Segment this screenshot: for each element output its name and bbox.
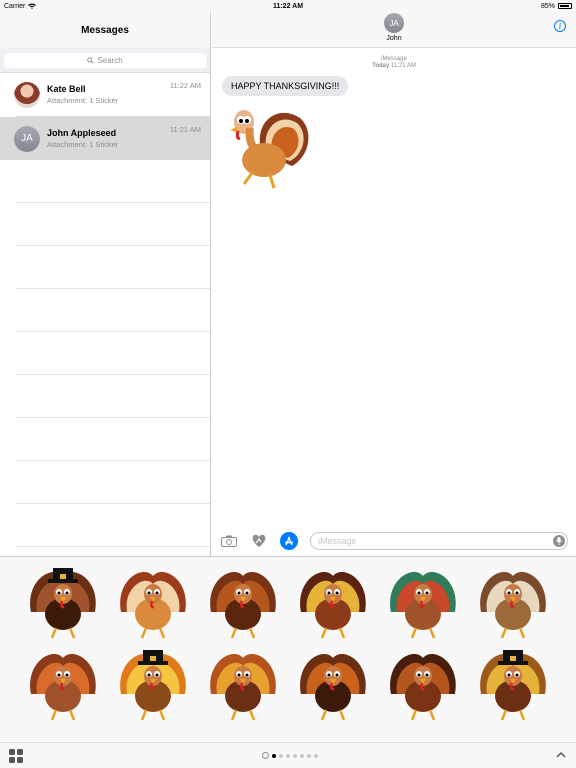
empty-row: [16, 504, 210, 547]
contact-button[interactable]: JA John: [212, 13, 576, 42]
search-bar: Search: [0, 48, 210, 73]
sticker-grid: [0, 557, 576, 743]
sticker-turkey-11[interactable]: [383, 644, 463, 724]
page-dot[interactable]: [272, 753, 276, 758]
composer-bar: iMessage: [212, 526, 576, 556]
conversation-preview: Attachment: 1 Sticker: [47, 96, 119, 105]
battery-percent: 85%: [540, 2, 555, 10]
sticker-turkey-4[interactable]: [293, 562, 373, 642]
time-label: 11:21 AM: [391, 63, 416, 69]
sticker-turkey-10[interactable]: [293, 644, 373, 724]
message-placeholder: iMessage: [318, 536, 357, 546]
turkey-icon: [30, 568, 96, 639]
turkey-icon: [480, 650, 546, 721]
page-dot[interactable]: [293, 753, 297, 758]
empty-row: [16, 375, 210, 418]
conversation-preview: Attachment: 1 Sticker: [47, 140, 119, 149]
apps-grid-icon[interactable]: [9, 749, 23, 763]
sticker-pilgrim-turkey-1[interactable]: [23, 562, 103, 642]
conversation-list-pane: Messages Search Kate Bell Attachment: 1 …: [0, 12, 211, 556]
empty-row: [16, 160, 210, 203]
day-label: Today: [372, 63, 390, 69]
app-drawer-bar: [0, 742, 576, 768]
recents-icon[interactable]: [262, 752, 269, 759]
message-timestamp: iMessage Today 11:21 AM: [212, 56, 576, 70]
info-icon[interactable]: i: [554, 20, 566, 32]
conversation-header: JA John i: [212, 12, 576, 48]
sticker-pilgrim-turkey-8[interactable]: [113, 644, 193, 724]
conversation-pane: JA John i iMessage Today 11:21 AM HAPPY …: [212, 12, 576, 556]
empty-row: [16, 332, 210, 375]
digital-touch-icon[interactable]: [250, 532, 268, 550]
page-dot[interactable]: [307, 753, 311, 758]
contact-avatar: JA: [384, 13, 404, 33]
empty-row: [16, 461, 210, 504]
turkey-icon: [230, 110, 309, 189]
empty-row: [16, 418, 210, 461]
sidebar-header: Messages: [0, 12, 210, 48]
turkey-icon: [210, 572, 276, 639]
battery-icon: [558, 3, 572, 9]
page-dot[interactable]: [286, 753, 290, 758]
sticker-turkey-9[interactable]: [203, 644, 283, 724]
turkey-icon: [300, 572, 366, 639]
sticker-turkey-6[interactable]: [473, 562, 553, 642]
turkey-icon: [30, 654, 96, 721]
turkey-icon: [120, 572, 186, 639]
avatar: [14, 81, 40, 108]
avatar: JA: [14, 125, 40, 152]
chevron-up-icon[interactable]: [555, 749, 567, 761]
camera-icon[interactable]: [220, 532, 238, 550]
service-label: iMessage: [381, 56, 407, 62]
turkey-icon: [210, 654, 276, 721]
search-placeholder: Search: [97, 56, 123, 65]
sidebar-title: Messages: [81, 24, 129, 36]
page-indicator: [262, 752, 318, 759]
contact-name: John: [386, 35, 402, 42]
empty-row: [16, 289, 210, 332]
turkey-icon: [390, 572, 456, 639]
page-dot[interactable]: [300, 753, 304, 758]
sticker-turkey-2[interactable]: [113, 562, 193, 642]
turkey-icon: [120, 650, 186, 721]
empty-row: [16, 203, 210, 246]
battery-group: 85%: [541, 3, 572, 10]
search-icon: [87, 57, 94, 64]
sticker-turkey-5[interactable]: [383, 562, 463, 642]
sticker-drawer: [0, 556, 576, 742]
wifi-icon: [28, 3, 37, 9]
microphone-icon[interactable]: [553, 535, 565, 547]
app-store-icon[interactable]: [280, 532, 298, 550]
turkey-icon: [300, 654, 366, 721]
status-time: 11:22 AM: [272, 2, 304, 10]
search-input[interactable]: Search: [4, 53, 206, 68]
carrier-label: Carrier: [4, 2, 26, 10]
sticker-turkey-3[interactable]: [203, 562, 283, 642]
turkey-icon: [390, 654, 456, 721]
carrier-group: Carrier: [4, 2, 37, 10]
sticker-pilgrim-turkey-12[interactable]: [473, 644, 553, 724]
screen: Carrier 11:22 AM 85% Messages Search Kat…: [0, 0, 576, 768]
message-bubble[interactable]: HAPPY THANKSGIVING!!!: [222, 76, 349, 96]
conversation-time: 11:21 AM: [169, 125, 201, 134]
message-text: HAPPY THANKSGIVING!!!: [231, 81, 340, 91]
date-time: Today 11:21 AM: [212, 63, 576, 70]
turkey-sticker-message[interactable]: [222, 98, 312, 198]
page-dot[interactable]: [279, 753, 283, 758]
empty-row: [16, 246, 210, 289]
status-bar: Carrier 11:22 AM 85%: [0, 0, 576, 12]
sticker-turkey-7[interactable]: [23, 644, 103, 724]
conversation-kate-bell[interactable]: Kate Bell Attachment: 1 Sticker 11:22 AM: [0, 73, 210, 116]
conversation-john-appleseed[interactable]: JA John Appleseed Attachment: 1 Sticker …: [0, 117, 210, 160]
turkey-icon: [480, 572, 546, 639]
message-input[interactable]: iMessage: [310, 532, 568, 550]
conversation-time: 11:22 AM: [169, 81, 201, 90]
page-dot[interactable]: [314, 753, 318, 758]
